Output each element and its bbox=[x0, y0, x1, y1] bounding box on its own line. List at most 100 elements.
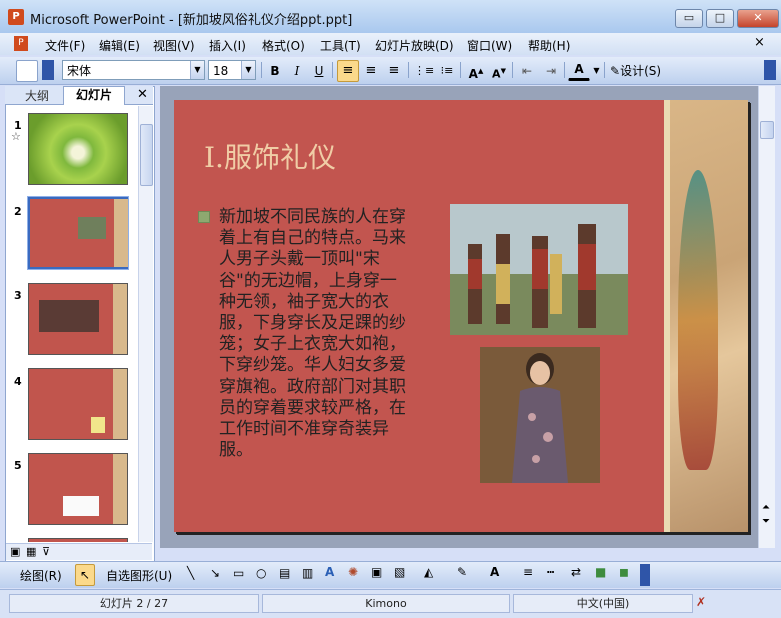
malay-costume-photo[interactable] bbox=[450, 204, 628, 335]
menu-format[interactable]: 格式(O) bbox=[262, 37, 305, 54]
vertical-textbox-icon[interactable]: ▥ bbox=[302, 566, 313, 580]
scrollbar-thumb[interactable] bbox=[140, 124, 153, 186]
slide-number: 5 bbox=[14, 459, 22, 472]
design-icon: ✎ bbox=[610, 64, 621, 78]
line-color-icon[interactable]: ✎ bbox=[457, 565, 467, 579]
thumb-border bbox=[113, 284, 127, 354]
line-icon[interactable]: ╲ bbox=[187, 566, 194, 580]
increase-indent-icon[interactable]: ⇥ bbox=[540, 60, 562, 82]
slides-scrollbar[interactable] bbox=[138, 106, 153, 542]
menu-file[interactable]: 文件(F) bbox=[45, 37, 85, 54]
menu-tools[interactable]: 工具(T) bbox=[320, 37, 361, 54]
menu-slideshow[interactable]: 幻灯片放映(D) bbox=[375, 37, 454, 54]
rectangle-icon[interactable]: ▭ bbox=[233, 566, 244, 580]
fill-color-icon[interactable]: ◭ bbox=[424, 565, 433, 579]
align-right-icon[interactable]: ≡ bbox=[383, 60, 405, 82]
slide-scrollbar[interactable]: ⏶ ⏷ bbox=[758, 86, 775, 548]
toolbar-options-icon[interactable] bbox=[764, 60, 776, 80]
next-slide-icon[interactable]: ⏷ bbox=[762, 516, 770, 527]
font-size-select[interactable]: 18 ▼ bbox=[208, 60, 256, 80]
align-center-icon[interactable]: ≡ bbox=[360, 60, 382, 82]
drawing-toolbar: 绘图(R) ↖ 自选图形(U) ╲ ↘ ▭ ○ ▤ ▥ A ✺ ▣ ▧ ◭ ✎ … bbox=[0, 561, 781, 588]
draw-menu-button[interactable]: 绘图(R) bbox=[20, 567, 62, 584]
italic-button[interactable]: I bbox=[286, 60, 308, 82]
decrease-font-icon[interactable]: A▼ bbox=[488, 60, 510, 82]
slide-body-text[interactable]: 新加坡不同民族的人在穿着上有自己的特点。马来人男子头戴一顶叫"宋谷"的无边帽，上… bbox=[219, 207, 411, 461]
select-pointer-icon[interactable]: ↖ bbox=[75, 564, 95, 586]
3d-style-icon[interactable]: ◼ bbox=[619, 565, 629, 579]
slide-number: 4 bbox=[14, 375, 22, 388]
slide-thumbnail-4[interactable] bbox=[28, 368, 128, 440]
maximize-button[interactable]: □ bbox=[706, 9, 734, 28]
document-icon[interactable]: P bbox=[14, 36, 28, 51]
toolbar-options-icon[interactable] bbox=[640, 564, 650, 586]
separator bbox=[408, 62, 409, 78]
thumb-border bbox=[113, 369, 127, 439]
diagram-icon[interactable]: ✺ bbox=[348, 565, 358, 579]
slide-sorter-icon[interactable]: ▦ bbox=[26, 545, 36, 558]
chevron-down-icon[interactable]: ▼ bbox=[591, 60, 602, 82]
autoshapes-menu-button[interactable]: 自选图形(U) bbox=[106, 567, 172, 584]
menu-insert[interactable]: 插入(I) bbox=[209, 37, 246, 54]
bold-button[interactable]: B bbox=[264, 60, 286, 82]
font-color-icon[interactable]: A bbox=[568, 60, 590, 81]
slide-thumbnail-1[interactable] bbox=[28, 113, 128, 185]
minimize-button[interactable]: ▭ bbox=[675, 9, 703, 28]
slide-thumbnail-3[interactable] bbox=[28, 283, 128, 355]
close-button[interactable]: ✕ bbox=[737, 9, 779, 28]
align-left-icon[interactable]: ≡ bbox=[337, 60, 359, 82]
underline-button[interactable]: U bbox=[308, 60, 330, 82]
font-color-icon[interactable]: A bbox=[490, 565, 499, 579]
slide-counter: 幻灯片 2 / 27 bbox=[9, 594, 259, 613]
design-label: 设计(S) bbox=[620, 64, 662, 78]
normal-view-icon[interactable]: ▣ bbox=[10, 545, 20, 558]
thumb-border bbox=[114, 199, 128, 267]
tab-outline[interactable]: 大纲 bbox=[12, 88, 62, 104]
fan-decoration bbox=[678, 170, 718, 470]
numbered-list-icon[interactable]: ⋮≡ bbox=[413, 60, 435, 82]
slide-thumbnail-6[interactable] bbox=[28, 538, 128, 542]
new-document-icon[interactable] bbox=[16, 60, 38, 82]
menu-edit[interactable]: 编辑(E) bbox=[99, 37, 140, 54]
increase-font-icon[interactable]: A▲ bbox=[465, 60, 487, 82]
bullet-icon bbox=[198, 211, 210, 223]
menu-window[interactable]: 窗口(W) bbox=[467, 37, 512, 54]
clipart-icon[interactable]: ▣ bbox=[371, 565, 382, 579]
separator bbox=[604, 62, 605, 78]
picture-icon[interactable]: ▧ bbox=[394, 565, 405, 579]
toolbar-options-icon[interactable] bbox=[42, 60, 54, 80]
oval-icon[interactable]: ○ bbox=[256, 566, 266, 580]
arrow-icon[interactable]: ↘ bbox=[210, 566, 220, 580]
doc-close-icon[interactable]: × bbox=[754, 35, 765, 50]
design-button[interactable]: ✎设计(S) bbox=[609, 60, 673, 82]
decrease-indent-icon[interactable]: ⇤ bbox=[516, 60, 538, 82]
slide-thumbnail-2[interactable] bbox=[27, 196, 129, 270]
slideshow-icon[interactable]: ⊽ bbox=[42, 545, 50, 558]
font-value: 宋体 bbox=[67, 64, 92, 78]
wordart-icon[interactable]: A bbox=[325, 565, 334, 579]
separator bbox=[564, 62, 565, 78]
qipao-photo[interactable] bbox=[480, 347, 600, 483]
font-select[interactable]: 宋体 ▼ bbox=[62, 60, 205, 80]
thumb-photo bbox=[63, 496, 99, 516]
powerpoint-app-icon[interactable]: P bbox=[8, 9, 24, 25]
previous-slide-icon[interactable]: ⏶ bbox=[762, 502, 770, 513]
shadow-style-icon[interactable]: ■ bbox=[595, 565, 606, 579]
separator bbox=[332, 62, 333, 78]
dash-style-icon[interactable]: ┅ bbox=[547, 565, 554, 579]
status-bar: 幻灯片 2 / 27 Kimono 中文(中国) ✗ bbox=[0, 589, 781, 618]
menu-help[interactable]: 帮助(H) bbox=[528, 37, 570, 54]
menu-view[interactable]: 视图(V) bbox=[153, 37, 195, 54]
line-style-icon[interactable]: ≡ bbox=[523, 565, 533, 579]
font-size-value: 18 bbox=[213, 64, 229, 78]
spellcheck-icon[interactable]: ✗ bbox=[696, 595, 706, 609]
slide-title[interactable]: Ⅰ.服饰礼仪 bbox=[204, 136, 336, 176]
arrow-style-icon[interactable]: ⇄ bbox=[571, 565, 581, 579]
scrollbar-thumb[interactable] bbox=[760, 121, 774, 139]
close-panel-icon[interactable]: ✕ bbox=[137, 87, 148, 102]
bullet-list-icon[interactable]: ⁝≡ bbox=[436, 60, 458, 82]
tab-slides[interactable]: 幻灯片 bbox=[63, 86, 125, 105]
thumb-border bbox=[113, 454, 127, 524]
textbox-icon[interactable]: ▤ bbox=[279, 566, 290, 580]
slide-thumbnail-5[interactable] bbox=[28, 453, 128, 525]
